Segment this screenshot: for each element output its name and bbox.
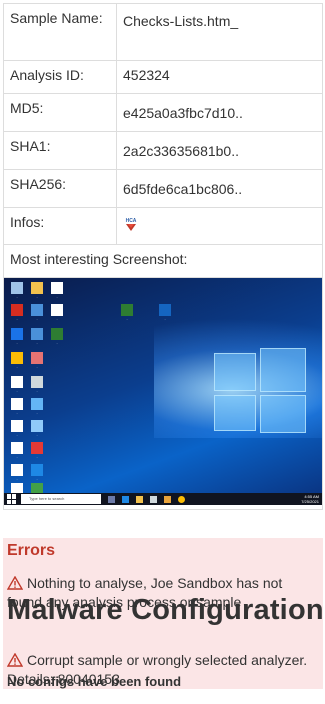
warning-icon [7, 576, 23, 590]
row-screenshot: . . . . . . . . . . . . . . . . . . . . [3, 277, 323, 510]
task-view-icon[interactable] [108, 495, 115, 503]
malware-configuration-title: Malware Configuration [7, 594, 323, 626]
sha256-label: SHA256: [3, 169, 117, 208]
row-infos: Infos: HCA [3, 207, 323, 245]
system-tray-clock[interactable]: 4:55 AM 7/25/2021 [301, 494, 319, 504]
edge-icon[interactable] [122, 495, 129, 503]
store-icon[interactable] [150, 495, 157, 503]
desktop-screenshot[interactable]: . . . . . . . . . . . . . . . . . . . . [4, 278, 322, 505]
row-sha1: SHA1: 2a2c33635681b0.. [3, 131, 323, 170]
analysis-id-label: Analysis ID: [3, 60, 117, 94]
hca-badge-icon: HCA [126, 218, 137, 231]
sample-name-label: Sample Name: [3, 3, 117, 61]
row-analysis-id: Analysis ID: 452324 [3, 60, 323, 94]
sha1-label: SHA1: [3, 131, 117, 170]
sha256-value: 6d5fde6ca1bc806.. [116, 169, 323, 208]
sample-info-table: Sample Name: Checks-Lists.htm_ Analysis … [3, 3, 323, 510]
errors-title: Errors [7, 542, 56, 559]
sample-name-value: Checks-Lists.htm_ [116, 3, 323, 61]
analysis-id-value: 452324 [116, 60, 323, 94]
md5-label: MD5: [3, 93, 117, 132]
chrome-icon[interactable] [178, 495, 185, 503]
infos-value: HCA [116, 207, 323, 245]
taskbar: Type here to search 4:55 AM 7/25/2021 [4, 493, 322, 505]
hca-badge-text: HCA [126, 218, 137, 224]
screenshot-label: Most interesting Screenshot: [3, 244, 323, 278]
mail-icon[interactable] [164, 495, 171, 503]
folder-icon[interactable] [136, 495, 143, 503]
infos-label: Infos: [3, 207, 117, 245]
md5-value: e425a0a3fbc7d10.. [116, 93, 323, 132]
windows-start-icon[interactable] [7, 494, 17, 504]
row-md5: MD5: e425a0a3fbc7d10.. [3, 93, 323, 132]
row-sample-name: Sample Name: Checks-Lists.htm_ [3, 3, 323, 61]
no-configs-text: No configs have been found [7, 674, 182, 689]
row-screenshot-label: Most interesting Screenshot: [3, 244, 323, 278]
sha1-value: 2a2c33635681b0.. [116, 131, 323, 170]
row-sha256: SHA256: 6d5fde6ca1bc806.. [3, 169, 323, 208]
warning-icon [7, 653, 23, 667]
taskbar-search-input[interactable]: Type here to search [21, 494, 101, 504]
